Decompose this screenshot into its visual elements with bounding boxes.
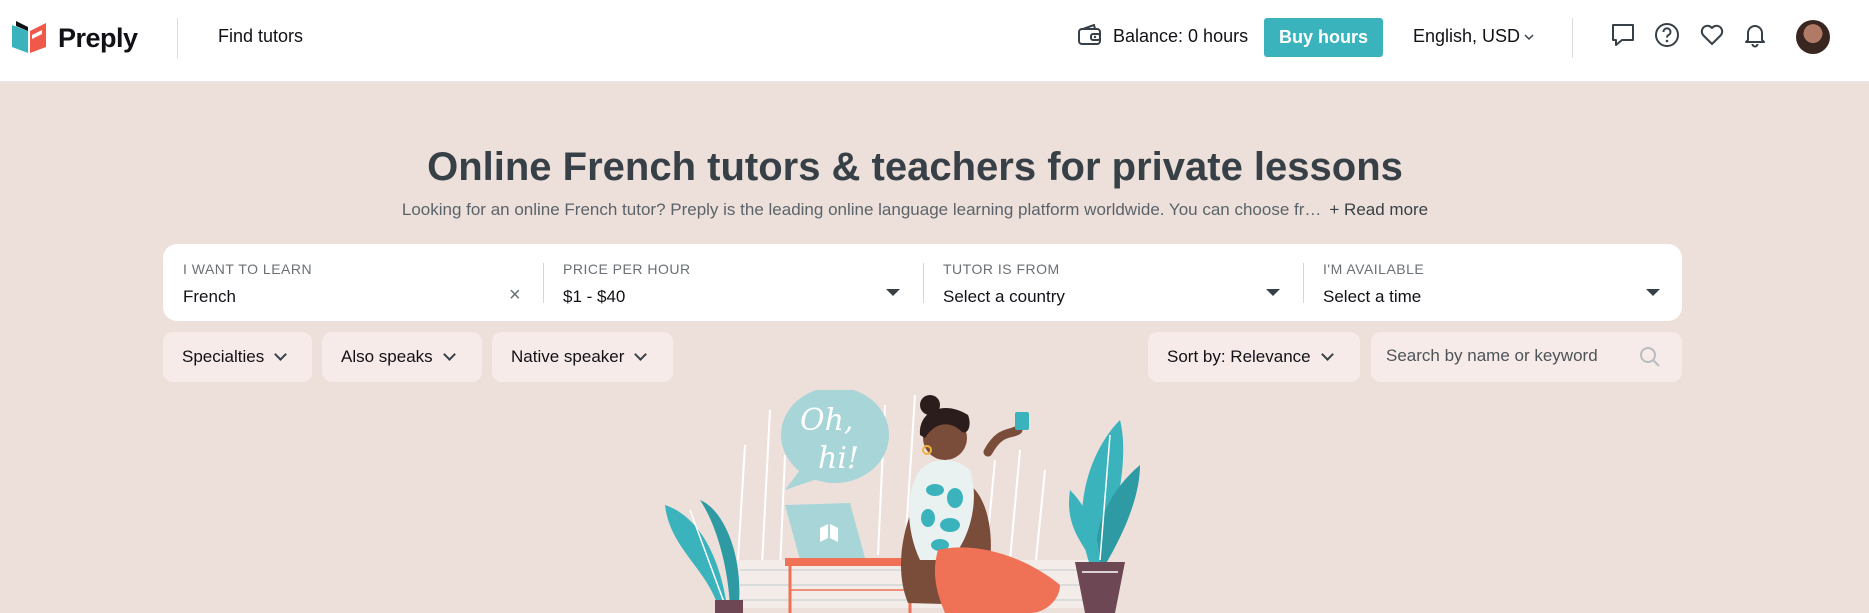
woman-figure-icon — [900, 395, 1060, 613]
chevron-down-icon — [634, 348, 648, 361]
also-speaks-label: Also speaks — [341, 347, 433, 366]
country-label: TUTOR IS FROM — [943, 261, 1060, 277]
price-label: PRICE PER HOUR — [563, 261, 691, 277]
preply-logo-icon — [12, 21, 46, 53]
specialties-dropdown[interactable]: Specialties — [163, 332, 312, 382]
learn-value: French — [183, 287, 236, 306]
chevron-down-icon — [1524, 33, 1534, 40]
also-speaks-dropdown[interactable]: Also speaks — [322, 332, 482, 382]
header-divider — [177, 18, 178, 58]
language-currency-label: English, USD — [1413, 26, 1521, 46]
available-value: Select a time — [1323, 287, 1422, 306]
logo-text: Preply — [58, 22, 138, 53]
page-title: Online French tutors & teachers for priv… — [427, 145, 1403, 189]
caret-down-icon — [886, 289, 900, 296]
balance-link[interactable]: Balance: 0 hours — [1077, 24, 1248, 48]
tutor-country-dropdown[interactable]: TUTOR IS FROM Select a country — [923, 244, 1303, 321]
search-icon[interactable] — [1639, 346, 1661, 368]
keyword-search-box — [1371, 332, 1682, 382]
availability-dropdown[interactable]: I'M AVAILABLE Select a time — [1303, 244, 1682, 321]
native-speaker-label: Native speaker — [511, 347, 625, 366]
chevron-down-icon — [1320, 348, 1334, 361]
learn-language-field[interactable]: I WANT TO LEARN French × — [163, 244, 543, 321]
read-more-link[interactable]: + Read more — [1329, 200, 1428, 219]
user-avatar[interactable] — [1796, 20, 1830, 54]
sort-by-dropdown[interactable]: Sort by: Relevance — [1148, 332, 1360, 382]
wallet-icon — [1078, 24, 1101, 45]
learn-label: I WANT TO LEARN — [183, 261, 313, 277]
bell-icon[interactable] — [1742, 22, 1768, 48]
preply-logo[interactable]: Preply — [12, 21, 138, 55]
left-plant-icon — [665, 500, 743, 613]
find-tutors-link[interactable]: Find tutors — [218, 26, 303, 47]
available-label: I'M AVAILABLE — [1323, 261, 1425, 277]
caret-down-icon — [1646, 289, 1660, 296]
speech-text-line2: hi! — [818, 441, 859, 476]
country-value: Select a country — [943, 287, 1065, 306]
native-speaker-dropdown[interactable]: Native speaker — [492, 332, 673, 382]
page-subtitle: Looking for an online French tutor? Prep… — [0, 200, 1830, 220]
sort-by-label: Sort by: Relevance — [1167, 347, 1311, 366]
right-plant-icon — [1069, 420, 1140, 613]
help-icon[interactable] — [1654, 22, 1680, 48]
laptop-icon — [785, 503, 882, 564]
messages-icon[interactable] — [1610, 22, 1636, 48]
keyword-search-input[interactable] — [1386, 346, 1636, 366]
caret-down-icon — [1266, 289, 1280, 296]
price-value: $1 - $40 — [563, 287, 626, 306]
speech-bubble-icon: Oh, hi! — [781, 390, 889, 490]
hero-illustration: Oh, hi! — [665, 390, 1140, 613]
top-nav: Preply Find tutors Balance: 0 hours Buy … — [0, 0, 1869, 82]
heart-icon[interactable] — [1699, 22, 1725, 48]
balance-text: Balance: 0 hours — [1113, 25, 1249, 46]
specialties-label: Specialties — [182, 347, 265, 366]
clear-icon[interactable]: × — [509, 284, 521, 307]
speech-text-line1: Oh, — [800, 403, 853, 438]
chevron-down-icon — [442, 348, 456, 361]
price-per-hour-dropdown[interactable]: PRICE PER HOUR $1 - $40 — [543, 244, 923, 321]
buy-hours-button[interactable]: Buy hours — [1264, 18, 1383, 57]
subtitle-text: Looking for an online French tutor? Prep… — [401, 200, 1322, 219]
search-filters-panel: I WANT TO LEARN French × PRICE PER HOUR … — [163, 244, 1682, 321]
chevron-down-icon — [274, 348, 288, 361]
header-divider-right — [1572, 18, 1573, 58]
language-currency-dropdown[interactable]: English, USD — [1413, 26, 1534, 47]
